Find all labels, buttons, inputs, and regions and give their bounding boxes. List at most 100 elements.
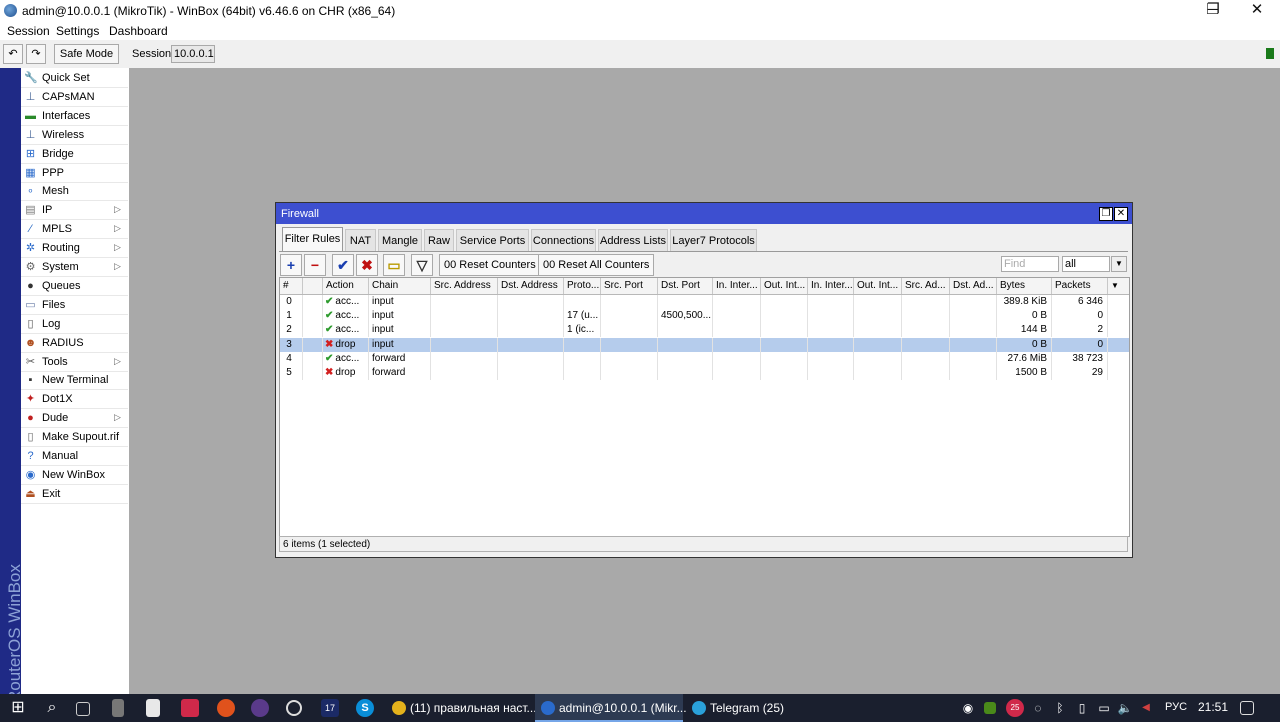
sidebar-item-routing[interactable]: ✲ Routing ▷ — [21, 239, 128, 259]
redo-icon[interactable]: ↷ — [26, 44, 46, 64]
tab-service-ports[interactable]: Service Ports — [456, 229, 529, 252]
sidebar-item-ppp[interactable]: ▦ PPP — [21, 164, 128, 183]
sidebar-item-manual[interactable]: ? Manual — [21, 447, 128, 466]
restore-icon[interactable]: ❐ — [1099, 207, 1113, 221]
sidebar-item-system[interactable]: ⚙ System ▷ — [21, 258, 128, 277]
calculator-icon[interactable] — [112, 699, 124, 717]
volume-icon[interactable]: 🔈 — [1116, 699, 1134, 717]
taskbar-app[interactable]: admin@10.0.0.1 (Mikr... — [535, 694, 687, 722]
enable-icon[interactable]: ✔ — [332, 254, 354, 276]
sidebar-item-tools[interactable]: ✂ Tools ▷ — [21, 353, 128, 372]
column-header[interactable]: Src. Address — [431, 278, 498, 294]
start-icon[interactable]: ⊞ — [9, 699, 27, 717]
table-row[interactable]: 3 ✖ drop input 0 B0 — [280, 337, 1129, 352]
bluetooth-icon[interactable]: ᛒ — [1051, 699, 1069, 717]
sidebar-item-capsman[interactable]: ⊥ CAPsMAN — [21, 88, 128, 107]
column-chooser-icon[interactable]: ▼ — [1108, 278, 1129, 294]
remove-icon[interactable]: − — [304, 254, 326, 276]
table-row[interactable]: 0 ✔ acc... input 389.8 KiB 6 346 — [280, 295, 1129, 309]
network-icon[interactable]: ▭ — [1095, 699, 1113, 717]
sidebar-item-new-winbox[interactable]: ◉ New WinBox — [21, 466, 128, 485]
sidebar-item-ip[interactable]: ▤ IP ▷ — [21, 201, 128, 221]
session-field[interactable]: 10.0.0.1 — [171, 45, 215, 63]
nvidia-icon[interactable] — [984, 702, 996, 714]
column-header[interactable]: Dst. Port — [658, 278, 713, 294]
firewall-title-bar[interactable]: Firewall ❐ ✕ — [276, 203, 1132, 224]
column-header[interactable]: Chain — [369, 278, 431, 294]
close-icon[interactable]: ✕ — [1114, 207, 1128, 221]
filter-select[interactable]: all — [1062, 256, 1110, 272]
menu-session[interactable]: Session — [7, 24, 50, 38]
column-header[interactable]: Out. Int... — [761, 278, 808, 294]
store-icon[interactable] — [146, 699, 160, 717]
column-header[interactable]: Src. Port — [601, 278, 658, 294]
column-header[interactable]: In. Inter... — [713, 278, 761, 294]
sidebar-item-log[interactable]: ▯ Log — [21, 315, 128, 334]
clock[interactable]: 21:51 — [1198, 700, 1228, 714]
tab-mangle[interactable]: Mangle — [378, 229, 422, 252]
sidebar-item-bridge[interactable]: ⊞ Bridge — [21, 145, 128, 164]
filter-icon[interactable]: ▽ — [411, 254, 433, 276]
find-input[interactable]: Find — [1001, 256, 1059, 272]
safe-mode-button[interactable]: Safe Mode — [54, 44, 119, 64]
sidebar-item-interfaces[interactable]: ▬ Interfaces — [21, 107, 128, 126]
close-window-button[interactable]: ✕ — [1237, 0, 1277, 22]
app-red-icon[interactable] — [181, 699, 199, 717]
column-header[interactable]: Src. Ad... — [902, 278, 950, 294]
column-header[interactable]: Bytes — [997, 278, 1052, 294]
column-header[interactable]: Dst. Ad... — [950, 278, 997, 294]
sidebar-item-mpls[interactable]: ⁄ MPLS ▷ — [21, 220, 128, 240]
column-header[interactable]: Packets — [1052, 278, 1108, 294]
sidebar-item-dot1x[interactable]: ✦ Dot1X — [21, 390, 128, 410]
table-row[interactable]: 5 ✖ drop forward 1500 B 29 — [280, 366, 1129, 380]
column-header[interactable]: Dst. Address — [498, 278, 564, 294]
sidebar-item-quick-set[interactable]: 🔧 Quick Set — [21, 69, 128, 88]
reset-all-counters-button[interactable]: 00 Reset All Counters — [538, 254, 655, 276]
sidebar-item-wireless[interactable]: ⊥ Wireless — [21, 126, 128, 145]
sidebar-item-mesh[interactable]: ∘ Mesh — [21, 182, 128, 202]
firefox-icon[interactable] — [217, 699, 235, 717]
maximize-button[interactable]: ❐ — [1193, 0, 1233, 22]
sidebar-item-new-terminal[interactable]: ▪ New Terminal — [21, 371, 128, 391]
sidebar-item-files[interactable]: ▭ Files — [21, 296, 128, 315]
mic-icon[interactable]: ◀ — [1137, 699, 1155, 717]
reset-counters-button[interactable]: 00 Reset Counters — [439, 254, 541, 276]
sidebar-item-make-supout-rif[interactable]: ▯ Make Supout.rif — [21, 428, 128, 448]
column-header[interactable]: In. Inter... — [808, 278, 854, 294]
column-header[interactable]: # — [280, 278, 303, 294]
search-icon[interactable]: ⌕ — [43, 699, 61, 717]
tab-layer7-protocols[interactable]: Layer7 Protocols — [670, 229, 757, 252]
app-purple-icon[interactable] — [251, 699, 269, 717]
table-row[interactable]: 4 ✔ acc... forward 27.6 MiB 38 723 — [280, 351, 1129, 366]
comment-icon[interactable]: ▭ — [383, 254, 405, 276]
usb-icon[interactable]: ▯ — [1073, 699, 1091, 717]
tab-raw[interactable]: Raw — [424, 229, 454, 252]
menu-dashboard[interactable]: Dashboard — [109, 24, 168, 38]
speedometer-icon[interactable] — [286, 700, 302, 716]
dropdown-icon[interactable]: ▼ — [1111, 256, 1127, 272]
add-icon[interactable]: + — [280, 254, 302, 276]
taskbar-app[interactable]: (11) правильная наст... — [386, 694, 537, 722]
column-header[interactable]: Action — [323, 278, 369, 294]
task-view-icon[interactable] — [76, 702, 90, 716]
column-header[interactable]: Out. Int... — [854, 278, 902, 294]
table-row[interactable]: 2 ✔ acc... input 1 (ic... 144 B2 — [280, 323, 1129, 338]
column-header[interactable]: Proto... — [564, 278, 601, 294]
tab-nat[interactable]: NAT — [345, 229, 376, 252]
tab-connections[interactable]: Connections — [531, 229, 596, 252]
sidebar-item-queues[interactable]: ● Queues — [21, 277, 128, 296]
sidebar-item-dude[interactable]: ● Dude ▷ — [21, 409, 128, 429]
column-header[interactable] — [303, 278, 323, 294]
menu-settings[interactable]: Settings — [56, 24, 99, 38]
undo-icon[interactable]: ↶ — [3, 44, 23, 64]
disable-icon[interactable]: ✖ — [356, 254, 378, 276]
language-indicator[interactable]: РУС — [1165, 701, 1187, 713]
table-row[interactable]: 1 ✔ acc... input 17 (u... 4500,500... 0 B0 — [280, 309, 1129, 324]
sidebar-item-radius[interactable]: ☻ RADIUS — [21, 334, 128, 353]
calendar-icon[interactable]: 17 — [321, 699, 339, 717]
tab-filter-rules[interactable]: Filter Rules — [282, 227, 343, 252]
discord-icon[interactable]: ◉ — [959, 699, 977, 717]
notifications-icon[interactable] — [1240, 701, 1254, 715]
skype-icon[interactable]: S — [356, 699, 374, 717]
steam-icon[interactable]: ◌ — [1029, 699, 1047, 717]
